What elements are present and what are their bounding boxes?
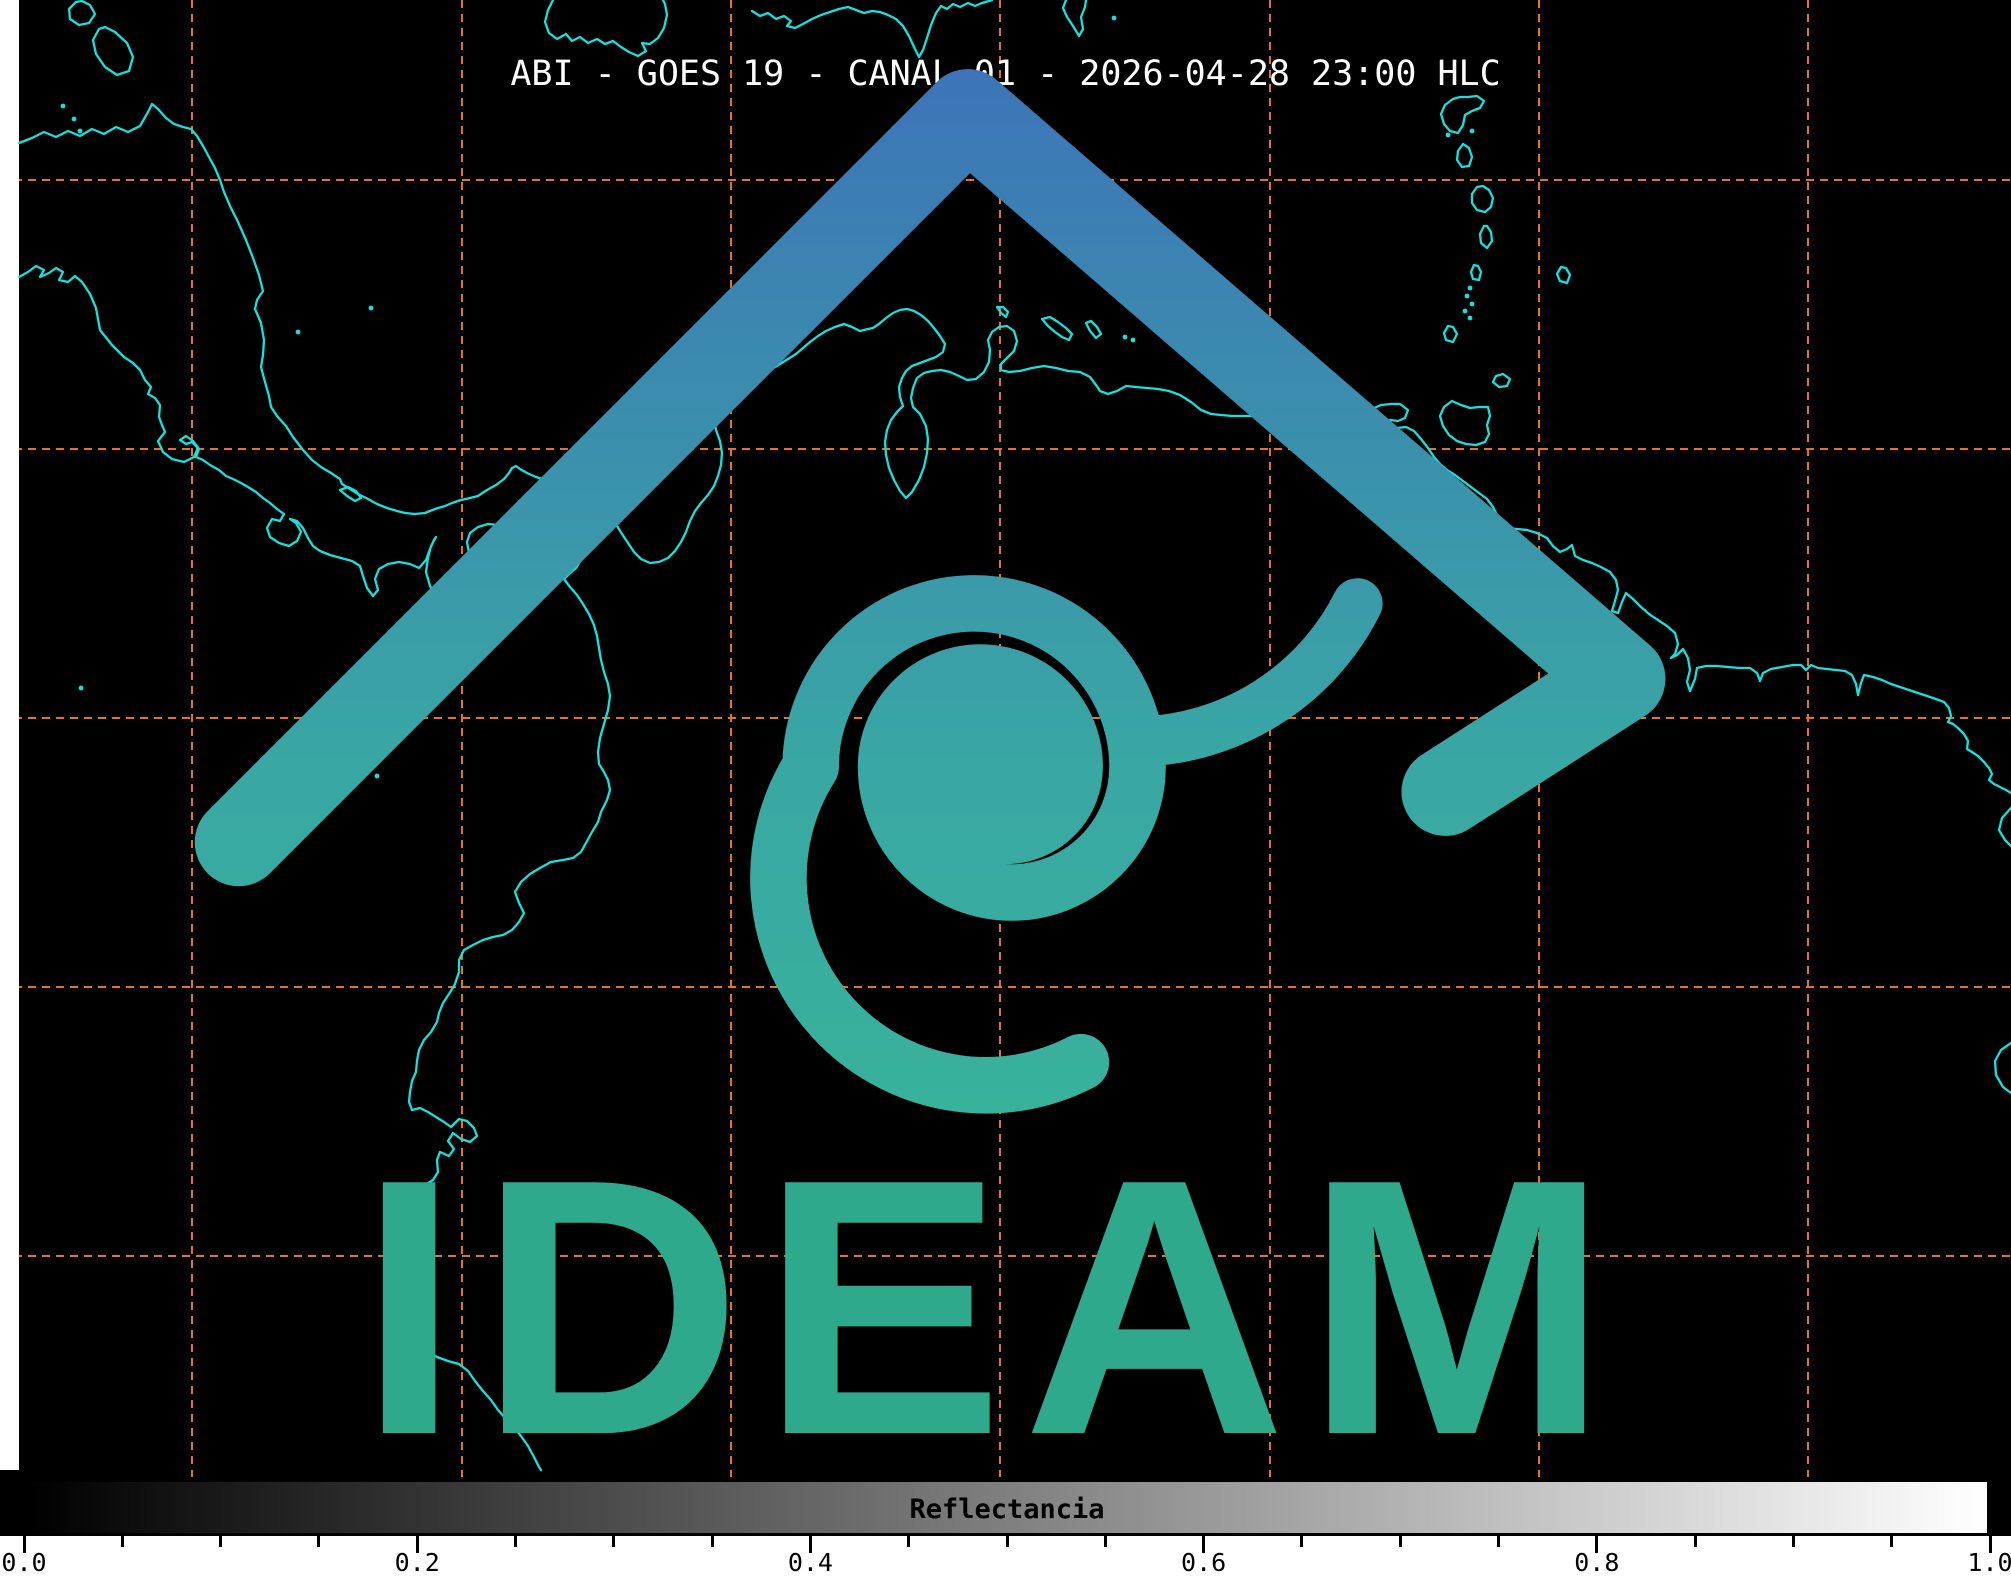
colorbar-minor-tick bbox=[1497, 1536, 1500, 1547]
colorbar-minor-tick bbox=[612, 1536, 616, 1547]
colorbar-minor-tick bbox=[1693, 1536, 1697, 1547]
ideam-logo: IDEAM bbox=[194, 69, 1666, 1477]
colorbar-tick-label: 0.8 bbox=[1574, 1548, 1620, 1577]
colorbar-tick-label: 0.6 bbox=[1181, 1548, 1227, 1577]
colorbar-minor-tick bbox=[1791, 1536, 1795, 1547]
colorbar-minor-tick bbox=[317, 1536, 321, 1547]
colorbar-area: Reflectancia 0.0 0.2 0.4 0.6 0.8 1.0 bbox=[0, 1477, 2011, 1577]
colorbar-minor-tick bbox=[710, 1536, 714, 1547]
logo-spiral-arm bbox=[1112, 578, 1383, 767]
colorbar-label: Reflectancia bbox=[909, 1494, 1105, 1525]
colorbar-gradient: Reflectancia bbox=[24, 1479, 1990, 1536]
satellite-image-viewer: ABI - GOES 19 - CANAL 01 - 2026-04-28 23… bbox=[0, 0, 2011, 1577]
logo-spiral bbox=[750, 575, 1166, 1114]
colorbar-tick-label: 0.2 bbox=[394, 1548, 440, 1577]
colorbar-axis: 0.0 0.2 0.4 0.6 0.8 1.0 bbox=[0, 1536, 2011, 1577]
colorbar-tick-label: 0.0 bbox=[1, 1548, 47, 1577]
logo-text: IDEAM bbox=[358, 1104, 1627, 1477]
colorbar-tick-label: 1.0 bbox=[1967, 1548, 2011, 1577]
colorbar-minor-tick bbox=[120, 1536, 124, 1547]
colorbar-minor-tick bbox=[219, 1536, 223, 1547]
colorbar-minor-tick bbox=[1103, 1536, 1107, 1547]
colorbar-minor-tick bbox=[514, 1536, 517, 1547]
colorbar-minor-tick bbox=[907, 1536, 911, 1547]
colorbar-tick-label: 0.4 bbox=[787, 1548, 833, 1577]
colorbar-minor-tick bbox=[1005, 1536, 1009, 1547]
colorbar-minor-tick bbox=[1398, 1536, 1402, 1547]
colorbar-minor-tick bbox=[1890, 1536, 1894, 1547]
colorbar-minor-tick bbox=[1300, 1536, 1304, 1547]
satellite-map: ABI - GOES 19 - CANAL 01 - 2026-04-28 23… bbox=[0, 0, 2011, 1477]
